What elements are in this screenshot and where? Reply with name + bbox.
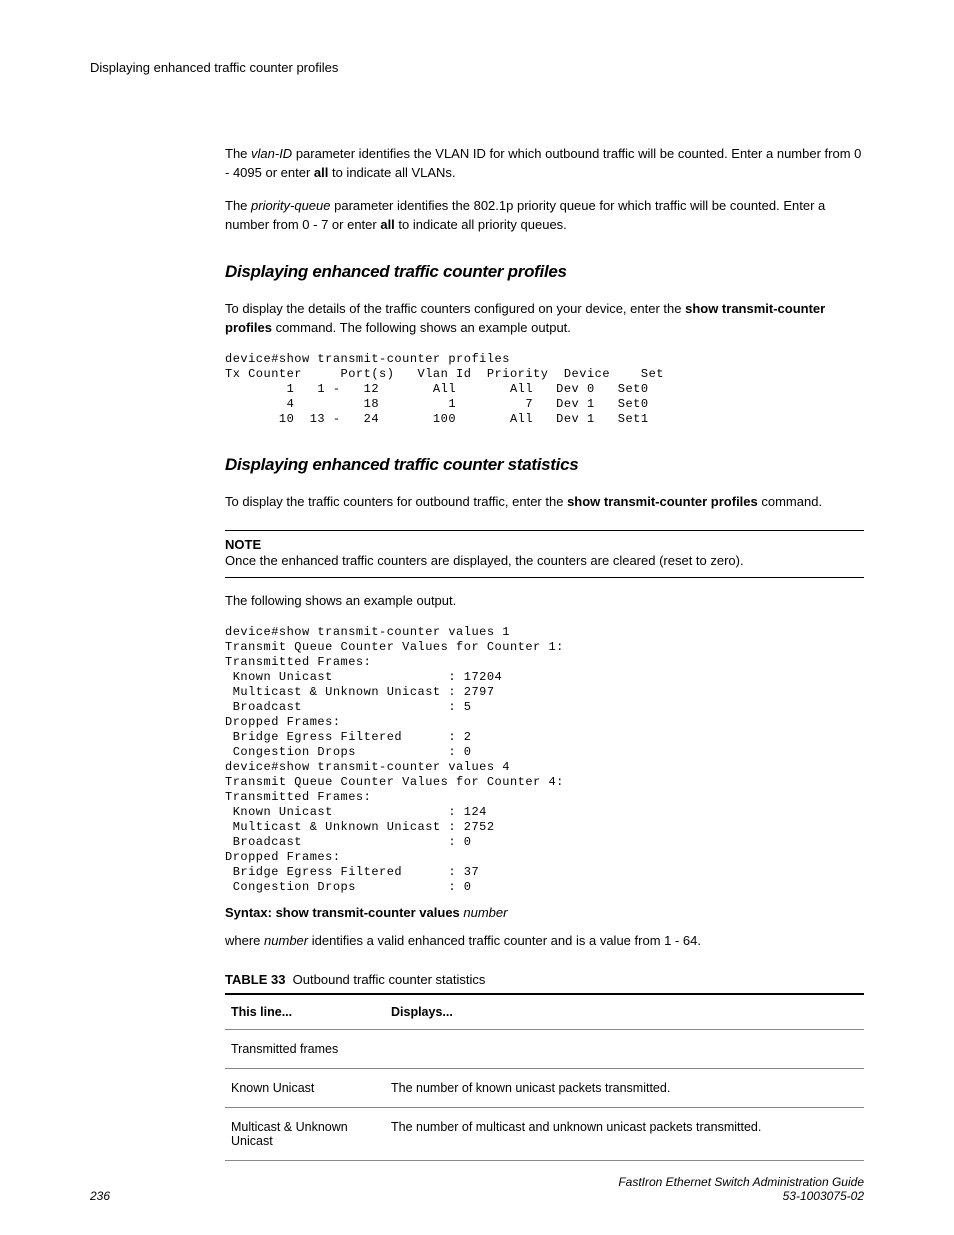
syntax-line: Syntax: show transmit-counter values num… <box>225 905 864 920</box>
intro-para-1: The vlan-ID parameter identifies the VLA… <box>225 145 864 183</box>
note-block: NOTE Once the enhanced traffic counters … <box>225 530 864 578</box>
cli-output-profiles: device#show transmit-counter profiles Tx… <box>225 352 864 427</box>
section-heading-statistics: Displaying enhanced traffic counter stat… <box>225 455 864 475</box>
running-header: Displaying enhanced traffic counter prof… <box>90 60 864 75</box>
table-title: Outbound traffic counter statistics <box>293 972 486 987</box>
where-para: where number identifies a valid enhanced… <box>225 932 864 951</box>
table-caption: TABLE 33 Outbound traffic counter statis… <box>225 972 864 987</box>
cell: The number of multicast and unknown unic… <box>385 1108 864 1161</box>
text: command. <box>758 494 822 509</box>
statistics-table: This line... Displays... Transmitted fra… <box>225 993 864 1161</box>
text: To display the traffic counters for outb… <box>225 494 567 509</box>
keyword: all <box>314 165 328 180</box>
cell: Transmitted frames <box>225 1030 385 1069</box>
syntax-param: number <box>460 905 508 920</box>
syntax-bold: Syntax: show transmit-counter values <box>225 905 460 920</box>
cli-output-values: device#show transmit-counter values 1 Tr… <box>225 625 864 895</box>
text: The <box>225 146 251 161</box>
section2-para: To display the traffic counters for outb… <box>225 493 864 512</box>
text: to indicate all VLANs. <box>328 165 455 180</box>
doc-title-text: FastIron Ethernet Switch Administration … <box>618 1175 864 1189</box>
doc-number: 53-1003075-02 <box>783 1189 864 1203</box>
page-footer: 236 FastIron Ethernet Switch Administrat… <box>90 1175 864 1203</box>
table-header-row: This line... Displays... <box>225 994 864 1030</box>
keyword: all <box>380 217 394 232</box>
table-row: Transmitted frames <box>225 1030 864 1069</box>
table-row: Multicast & Unknown Unicast The number o… <box>225 1108 864 1161</box>
note-label: NOTE <box>225 537 864 552</box>
param-name: number <box>264 933 308 948</box>
after-note-para: The following shows an example output. <box>225 592 864 611</box>
section1-para: To display the details of the traffic co… <box>225 300 864 338</box>
param-name: priority-queue <box>251 198 331 213</box>
text: identifies a valid enhanced traffic coun… <box>308 933 701 948</box>
command: show transmit-counter profiles <box>567 494 758 509</box>
text: command. The following shows an example … <box>272 320 571 335</box>
cell <box>385 1030 864 1069</box>
cell: Known Unicast <box>225 1069 385 1108</box>
section-heading-profiles: Displaying enhanced traffic counter prof… <box>225 262 864 282</box>
intro-para-2: The priority-queue parameter identifies … <box>225 197 864 235</box>
page-number: 236 <box>90 1189 110 1203</box>
main-content: The vlan-ID parameter identifies the VLA… <box>225 145 864 1161</box>
cell: The number of known unicast packets tran… <box>385 1069 864 1108</box>
text: The <box>225 198 251 213</box>
cell: Multicast & Unknown Unicast <box>225 1108 385 1161</box>
note-text: Once the enhanced traffic counters are d… <box>225 552 864 571</box>
table-row: Known Unicast The number of known unicas… <box>225 1069 864 1108</box>
col-header-line: This line... <box>225 994 385 1030</box>
footer-doc-title: FastIron Ethernet Switch Administration … <box>618 1175 864 1203</box>
param-name: vlan-ID <box>251 146 292 161</box>
table-label: TABLE 33 <box>225 972 285 987</box>
col-header-displays: Displays... <box>385 994 864 1030</box>
text: to indicate all priority queues. <box>395 217 567 232</box>
text: where <box>225 933 264 948</box>
text: To display the details of the traffic co… <box>225 301 685 316</box>
